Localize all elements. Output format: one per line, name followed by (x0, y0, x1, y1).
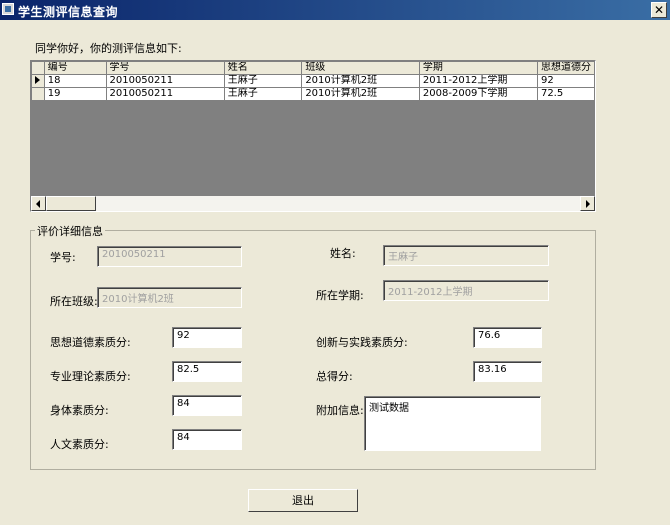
scroll-left-button[interactable] (31, 196, 46, 211)
scroll-right-button[interactable] (580, 196, 595, 211)
table-cell[interactable]: 2010计算机2班 (301, 74, 420, 88)
term-field[interactable]: 2011-2012上学期 (383, 280, 549, 301)
column-header-moral-score[interactable]: 思想道德分 (536, 61, 595, 75)
row-selector[interactable] (31, 87, 45, 101)
column-header-class[interactable]: 班级 (301, 61, 420, 75)
class-label: 所在班级: (50, 295, 98, 308)
moral-score-label: 思想道德素质分: (50, 336, 131, 349)
records-grid[interactable]: 编号 学号 姓名 班级 学期 思想道德分 18 2010050211 王麻子 2… (30, 60, 596, 212)
table-row[interactable]: 18 2010050211 王麻子 2010计算机2班 2011-2012上学期… (31, 74, 595, 88)
column-header-name[interactable]: 姓名 (223, 61, 303, 75)
table-cell[interactable]: 王麻子 (223, 74, 303, 88)
horizontal-scrollbar[interactable] (31, 196, 595, 211)
theory-score-label: 专业理论素质分: (50, 370, 131, 383)
table-cell[interactable]: 2010050211 (105, 74, 225, 88)
table-cell[interactable]: 72.5 (536, 87, 595, 101)
table-cell[interactable]: 19 (43, 87, 107, 101)
theory-score-field[interactable]: 82.5 (172, 361, 242, 382)
scrollbar-thumb[interactable] (46, 196, 96, 211)
table-row[interactable]: 19 2010050211 王麻子 2010计算机2班 2008-2009下学期… (31, 87, 595, 101)
title-bar: 学生测评信息查询 ✕ (0, 0, 670, 20)
detail-group-title: 评价详细信息 (35, 223, 105, 239)
extra-info-textarea[interactable]: 测试数据 (364, 396, 541, 451)
arrow-right-icon (586, 200, 590, 208)
extra-info-label: 附加信息: (316, 404, 364, 417)
student-id-label: 学号: (50, 251, 76, 264)
name-field[interactable]: 王麻子 (383, 245, 549, 266)
row-selector-header (31, 61, 45, 75)
column-header-term[interactable]: 学期 (418, 61, 538, 75)
close-icon: ✕ (653, 3, 665, 17)
total-score-label: 总得分: (316, 370, 353, 383)
greeting-text: 同学你好，你的测评信息如下: (35, 42, 182, 55)
current-row-arrow-icon (35, 76, 41, 84)
table-cell[interactable]: 2011-2012上学期 (418, 74, 538, 88)
moral-score-field[interactable]: 92 (172, 327, 242, 348)
table-cell[interactable]: 王麻子 (223, 87, 303, 101)
exit-button[interactable]: 退出 (248, 489, 358, 512)
class-field[interactable]: 2010计算机2班 (97, 287, 242, 308)
table-cell[interactable]: 2008-2009下学期 (418, 87, 538, 101)
column-header-id[interactable]: 编号 (43, 61, 107, 75)
student-id-field[interactable]: 2010050211 (97, 246, 242, 267)
app-icon (2, 3, 14, 15)
row-selector[interactable] (31, 74, 45, 88)
table-cell[interactable]: 92 (536, 74, 595, 88)
window-title: 学生测评信息查询 (18, 5, 119, 19)
arrow-left-icon (36, 200, 40, 208)
physical-score-field[interactable]: 84 (172, 395, 242, 416)
innovation-score-field[interactable]: 76.6 (473, 327, 542, 348)
name-label: 姓名: (330, 247, 356, 260)
table-cell[interactable]: 2010050211 (105, 87, 225, 101)
humanities-score-field[interactable]: 84 (172, 429, 242, 450)
term-label: 所在学期: (316, 289, 364, 302)
innovation-score-label: 创新与实践素质分: (316, 336, 408, 349)
table-cell[interactable]: 18 (43, 74, 107, 88)
records-table: 编号 学号 姓名 班级 学期 思想道德分 18 2010050211 王麻子 2… (31, 61, 595, 101)
physical-score-label: 身体素质分: (50, 404, 109, 417)
total-score-field[interactable]: 83.16 (473, 361, 542, 382)
grid-header-row: 编号 学号 姓名 班级 学期 思想道德分 (31, 61, 595, 75)
column-header-student-id[interactable]: 学号 (105, 61, 225, 75)
table-cell[interactable]: 2010计算机2班 (301, 87, 420, 101)
close-button[interactable]: ✕ (651, 2, 667, 18)
humanities-score-label: 人文素质分: (50, 438, 109, 451)
